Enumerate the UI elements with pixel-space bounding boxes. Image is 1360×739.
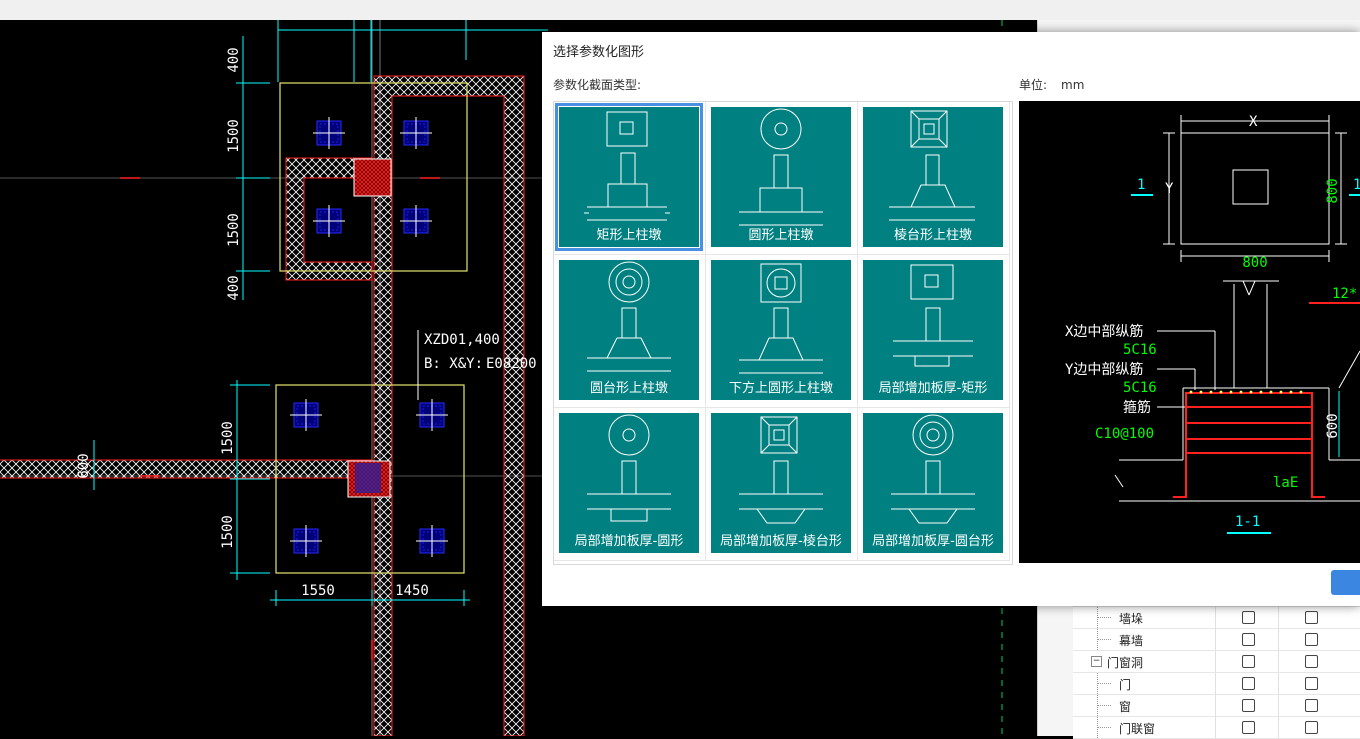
visibility-checkbox[interactable]	[1242, 611, 1255, 624]
shape-label: 局部增加板厚-棱台形	[720, 534, 842, 549]
shape-label: 局部增加板厚-圆形	[574, 534, 684, 549]
column-annotation-3: E08200	[486, 356, 537, 372]
dim-bottom-400: 400	[226, 275, 242, 300]
shape-label: 圆台形上柱墩	[589, 381, 668, 396]
shape-option-square-round-column-cap[interactable]: 下方上圆形上柱墩	[706, 255, 858, 408]
shape-option-slab-thicken-circle[interactable]: 局部增加板厚-圆形	[554, 408, 706, 561]
shape-label: 矩形上柱墩	[596, 228, 662, 243]
unit-label: 单位:	[1019, 78, 1048, 92]
dim-600: 600	[76, 453, 92, 478]
visibility-checkbox[interactable]	[1242, 633, 1255, 646]
preview-drawing: X Y 800 800 1 1 600 laE 12* X边中部纵筋 5C16 …	[1065, 114, 1360, 534]
confirm-button[interactable]	[1331, 570, 1360, 595]
layer-name: 门联窗	[1119, 722, 1156, 736]
visibility-checkbox[interactable]	[1242, 721, 1255, 734]
shape-preview: X Y 800 800 1 1 600 laE 12* X边中部纵筋 5C16 …	[1019, 101, 1360, 563]
lock-checkbox[interactable]	[1305, 611, 1318, 624]
section-mark-right: 1	[1353, 177, 1360, 193]
dim-1550: 1550	[301, 583, 335, 599]
layer-name: 幕墙	[1119, 634, 1144, 648]
layer-name: 窗	[1119, 700, 1132, 714]
label-x-rebar: X边中部纵筋	[1065, 323, 1143, 340]
unit-display: 单位: mm	[1019, 76, 1084, 93]
visibility-checkbox[interactable]	[1242, 655, 1255, 668]
shape-option-circle-column-cap[interactable]: 圆形上柱墩	[706, 102, 858, 255]
shape-option-slab-thicken-frustum[interactable]: 局部增加板厚-棱台形	[706, 408, 858, 561]
layer-table: 墙垛 幕墙 − 门窗洞 门 窗 门联窗	[1073, 606, 1360, 739]
shape-option-rect-column-cap[interactable]: 矩形上柱墩	[554, 102, 706, 255]
layer-name: 墙垛	[1119, 612, 1144, 626]
dim-upper-1500-a: 1500	[226, 119, 242, 153]
collapse-icon[interactable]: −	[1091, 656, 1102, 667]
column-annotation-2: B: X&Y:	[424, 356, 483, 372]
value-x-rebar: 5C16	[1123, 342, 1157, 358]
layer-row[interactable]: 幕墙	[1073, 629, 1360, 651]
preview-corner-label: 12*	[1332, 286, 1357, 302]
shape-label: 下方上圆形上柱墩	[728, 381, 833, 396]
layer-row[interactable]: − 门窗洞	[1073, 651, 1360, 673]
preview-dim-600: 600	[1325, 413, 1341, 438]
visibility-checkbox[interactable]	[1242, 699, 1255, 712]
layer-row[interactable]: 墙垛	[1073, 607, 1360, 629]
layer-name: 门窗洞	[1107, 656, 1144, 670]
title-bar	[0, 0, 1360, 21]
shape-option-slab-thicken-rect[interactable]: 局部增加板厚-矩形	[858, 255, 1010, 408]
lock-checkbox[interactable]	[1305, 677, 1318, 690]
dim-1450: 1450	[395, 583, 429, 599]
dim-upper-1500-b: 1500	[226, 213, 242, 247]
value-y-rebar: 5C16	[1123, 380, 1157, 396]
label-stirrup: 箍筋	[1123, 399, 1151, 416]
lock-checkbox[interactable]	[1305, 655, 1318, 668]
dim-lower-1500-a: 1500	[220, 421, 236, 455]
shape-label: 棱台形上柱墩	[893, 228, 972, 243]
layer-row[interactable]: 窗	[1073, 695, 1360, 717]
preview-dim-800-v: 800	[1325, 178, 1341, 203]
lock-checkbox[interactable]	[1305, 633, 1318, 646]
dialog-title: 选择参数化图形	[553, 45, 645, 60]
section-title: 1-1	[1235, 514, 1260, 530]
preview-lae: laE	[1273, 475, 1298, 491]
section-type-label: 参数化截面类型:	[553, 78, 642, 92]
preview-dim-800-h: 800	[1242, 255, 1267, 271]
layer-name: 门	[1119, 678, 1132, 692]
parametric-shape-dialog: 选择参数化图形 参数化截面类型: 单位: mm 矩形上柱墩 圆形上柱墩 棱台形上…	[542, 32, 1360, 606]
shape-option-frustum-column-cap[interactable]: 棱台形上柱墩	[858, 102, 1010, 255]
value-stirrup: C10@100	[1095, 426, 1154, 442]
layer-row[interactable]: 门	[1073, 673, 1360, 695]
shape-label: 局部增加板厚-矩形	[878, 381, 988, 396]
dim-lower-1500-b: 1500	[220, 515, 236, 549]
unit-value: mm	[1061, 78, 1085, 92]
lock-checkbox[interactable]	[1305, 721, 1318, 734]
preview-x-label: X	[1249, 114, 1258, 130]
lock-checkbox[interactable]	[1305, 699, 1318, 712]
column-annotation-1: XZD01,400	[424, 332, 500, 348]
shape-label: 局部增加板厚-圆台形	[872, 534, 994, 549]
label-y-rebar: Y边中部纵筋	[1065, 361, 1143, 378]
shape-option-slab-thicken-round-frustum[interactable]: 局部增加板厚-圆台形	[858, 408, 1010, 561]
preview-y-label: Y	[1165, 181, 1174, 197]
shape-label: 圆形上柱墩	[748, 228, 814, 243]
shape-option-round-frustum-column-cap[interactable]: 圆台形上柱墩	[554, 255, 706, 408]
dim-top-400: 400	[226, 47, 242, 72]
section-mark-left: 1	[1137, 177, 1145, 193]
visibility-checkbox[interactable]	[1242, 677, 1255, 690]
shape-grid: 矩形上柱墩 圆形上柱墩 棱台形上柱墩 圆台形上柱墩 下方上圆形上柱墩 局部增加板…	[553, 101, 1013, 565]
